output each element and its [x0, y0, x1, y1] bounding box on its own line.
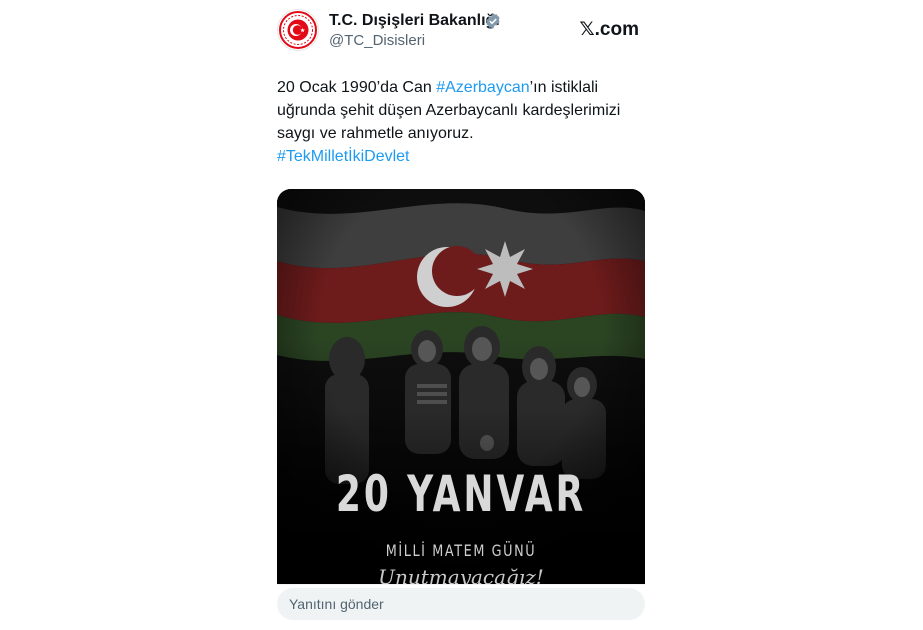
tweet-text-part1: 20 Ocak 1990’da Can — [277, 79, 437, 96]
poster-subtitle: MİLLİ MATEM GÜNÜ — [385, 541, 537, 560]
poster-title: 20 YANVAR — [335, 465, 587, 523]
tweet-image[interactable]: 20 YANVAR MİLLİ MATEM GÜNÜ Unutmayacağız… — [277, 189, 645, 584]
avatar[interactable] — [277, 9, 319, 51]
tweet-card: T.C. Dışişleri Bakanlığı @TC_Disisleri 𝕏… — [277, 0, 645, 630]
turkish-ministry-seal-icon — [279, 11, 317, 49]
reply-input[interactable] — [277, 588, 645, 620]
hashtag-tekmilletikidevlet[interactable]: #TekMilletİkiDevlet — [277, 148, 409, 165]
commemoration-poster-image — [277, 189, 645, 584]
x-logo-icon: 𝕏 — [579, 18, 595, 40]
divider — [277, 584, 645, 585]
author-display-name[interactable]: T.C. Dışişleri Bakanlığı — [329, 12, 500, 30]
tweet-header: T.C. Dışişleri Bakanlığı @TC_Disisleri 𝕏… — [277, 6, 645, 54]
author-handle[interactable]: @TC_Disisleri — [329, 32, 425, 49]
verified-badge-icon — [486, 13, 500, 29]
x-com-label: .com — [594, 19, 639, 40]
hashtag-azerbaycan[interactable]: #Azerbaycan — [436, 79, 529, 96]
poster-script-text: Unutmayacağız! — [378, 565, 544, 584]
x-com-link[interactable]: 𝕏.com — [579, 18, 639, 41]
tweet-text: 20 Ocak 1990’da Can #Azerbaycan’ın istik… — [277, 76, 645, 168]
